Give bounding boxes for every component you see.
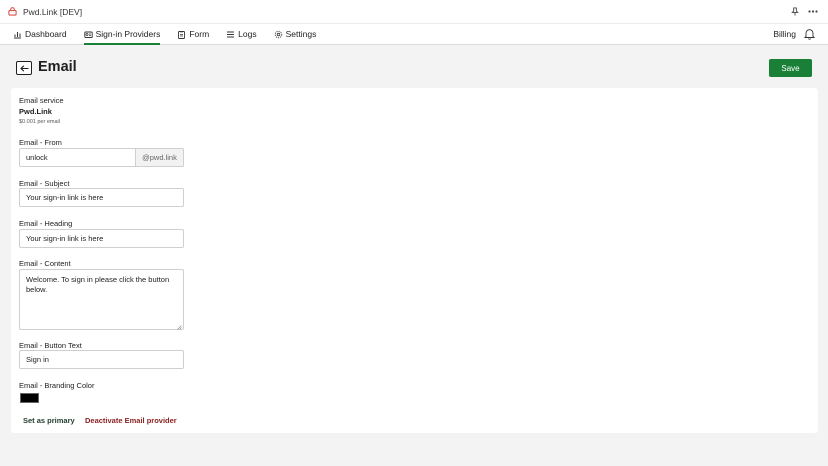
page-title: Email [38,59,77,75]
heading-input[interactable]: Your sign-in link is here [19,229,184,248]
resize-grip-icon[interactable] [177,323,182,330]
more-options-icon[interactable] [806,5,820,19]
from-input[interactable]: unlock [19,148,135,167]
tab-settings[interactable]: Settings [274,24,317,44]
heading-label: Email - Heading [19,219,73,228]
from-label: Email - From [19,138,62,147]
tab-settings-label: Settings [285,29,317,39]
deactivate-provider-button[interactable]: Deactivate Email provider [85,416,177,425]
service-name: Pwd.Link [19,107,52,116]
set-primary-button[interactable]: Set as primary [23,416,75,425]
save-button[interactable]: Save [769,59,812,77]
list-icon [226,30,235,39]
branding-color-swatch[interactable] [20,393,39,403]
tab-sign-in-providers-label: Sign-in Providers [95,29,161,39]
page-header: Email Save [0,57,828,87]
service-label: Email service [19,96,64,105]
from-input-group: unlock @pwd.link [19,148,184,167]
chart-icon [13,30,22,39]
window-title: Pwd.Link [DEV] [23,6,83,17]
pin-icon[interactable] [788,5,802,19]
clipboard-icon [177,30,186,39]
button-text-input[interactable]: Sign in [19,350,184,369]
tab-dashboard-label: Dashboard [25,29,67,39]
main-nav: Dashboard Sign-in Providers Form Logs Se… [0,24,828,45]
tab-logs-label: Logs [238,29,257,39]
content-label: Email - Content [19,259,71,268]
arrow-left-icon [19,59,29,77]
app-logo-icon [8,7,17,16]
gear-icon [274,30,283,39]
tab-form[interactable]: Form [177,24,209,44]
tab-sign-in-providers[interactable]: Sign-in Providers [83,24,161,45]
button-text-label: Email - Button Text [19,341,82,350]
from-domain-suffix: @pwd.link [135,148,184,167]
content-text: Welcome. To sign in please click the but… [26,275,170,294]
branding-color-label: Email - Branding Color [19,381,95,390]
billing-link[interactable]: Billing [773,24,796,44]
tab-dashboard[interactable]: Dashboard [13,24,67,44]
subject-label: Email - Subject [19,179,70,188]
content-textarea[interactable]: Welcome. To sign in please click the but… [19,269,184,330]
subject-input[interactable]: Your sign-in link is here [19,188,184,207]
back-button[interactable] [16,61,32,75]
email-settings-card: Email service Pwd.Link $0.001 per email … [11,88,818,433]
bell-icon[interactable] [804,24,815,44]
tab-logs[interactable]: Logs [226,24,257,44]
providers-icon [83,30,93,39]
title-bar: Pwd.Link [DEV] [0,0,828,24]
service-price: $0.001 per email [19,119,60,125]
tab-form-label: Form [189,29,210,39]
